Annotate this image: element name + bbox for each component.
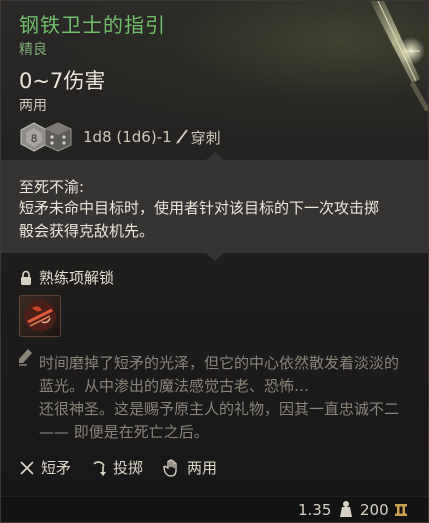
hand-icon [163,458,177,477]
weapon-action-art-icon [24,300,56,332]
mastery-label: 熟练项解锁 [39,269,115,287]
item-rarity: 精良 [19,42,47,58]
property-label: 短矛 [41,459,72,477]
flavor-line-2: 还很神圣。这是赐予原主人的礼物，因其一直忠诚不二 —— 即便是在死亡之后。 [39,400,400,441]
dice-formula: 1d8 (1d6)-1 [83,128,172,146]
gold-icon [395,504,407,516]
property-short-spear: 短矛 [19,457,71,478]
item-weight: 1.35 [298,501,332,519]
throw-icon [93,460,107,476]
property-versatile: 两用 [163,457,217,478]
mastery-unlock: 熟练项解锁 [19,267,114,288]
property-label: 两用 [187,459,218,477]
weapon-properties: 短矛 投掷 两用 [19,457,237,478]
d6-die-icon [44,122,72,152]
flavor-text: 时间磨掉了短矛的光泽，但它的中心依然散发着淡淡的蓝光。从中渗出的魔法感觉古老、恐… [39,352,411,444]
item-price: 200 [360,501,389,519]
passive-description: 短矛未命中目标时，使用者针对该目标的下一次攻击掷骰会获得克敌机先。 [19,199,380,240]
property-label: 投掷 [113,459,144,477]
property-thrown: 投掷 [91,457,143,478]
item-tooltip: 钢铁卫士的指引 精良 0~7伤害 两用 8 1d8 (1d6)-1 穿刺 至死不… [0,0,429,523]
spear-illustration [370,1,428,111]
handedness: 两用 [19,98,47,114]
quill-icon [19,349,32,366]
lock-icon [21,270,31,285]
crossed-weapons-icon [20,460,34,475]
passive-title: 至死不渝: [19,178,85,196]
die-face-label: 8 [31,133,37,145]
dice-row: 8 1d8 (1d6)-1 穿刺 [19,121,221,153]
section-notch-bottom [206,253,224,261]
section-notch-top [206,152,224,160]
item-name: 钢铁卫士的指引 [19,13,166,37]
weight-icon [340,501,352,517]
piercing-icon [175,129,188,144]
damage-range: 0~7伤害 [19,69,106,93]
damage-type: 穿刺 [190,128,221,147]
weapon-action-icon[interactable] [19,295,61,337]
flavor-line-1: 时间磨掉了短矛的光泽，但它的中心依然散发着淡淡的蓝光。从中渗出的魔法感觉古老、恐… [39,354,400,395]
